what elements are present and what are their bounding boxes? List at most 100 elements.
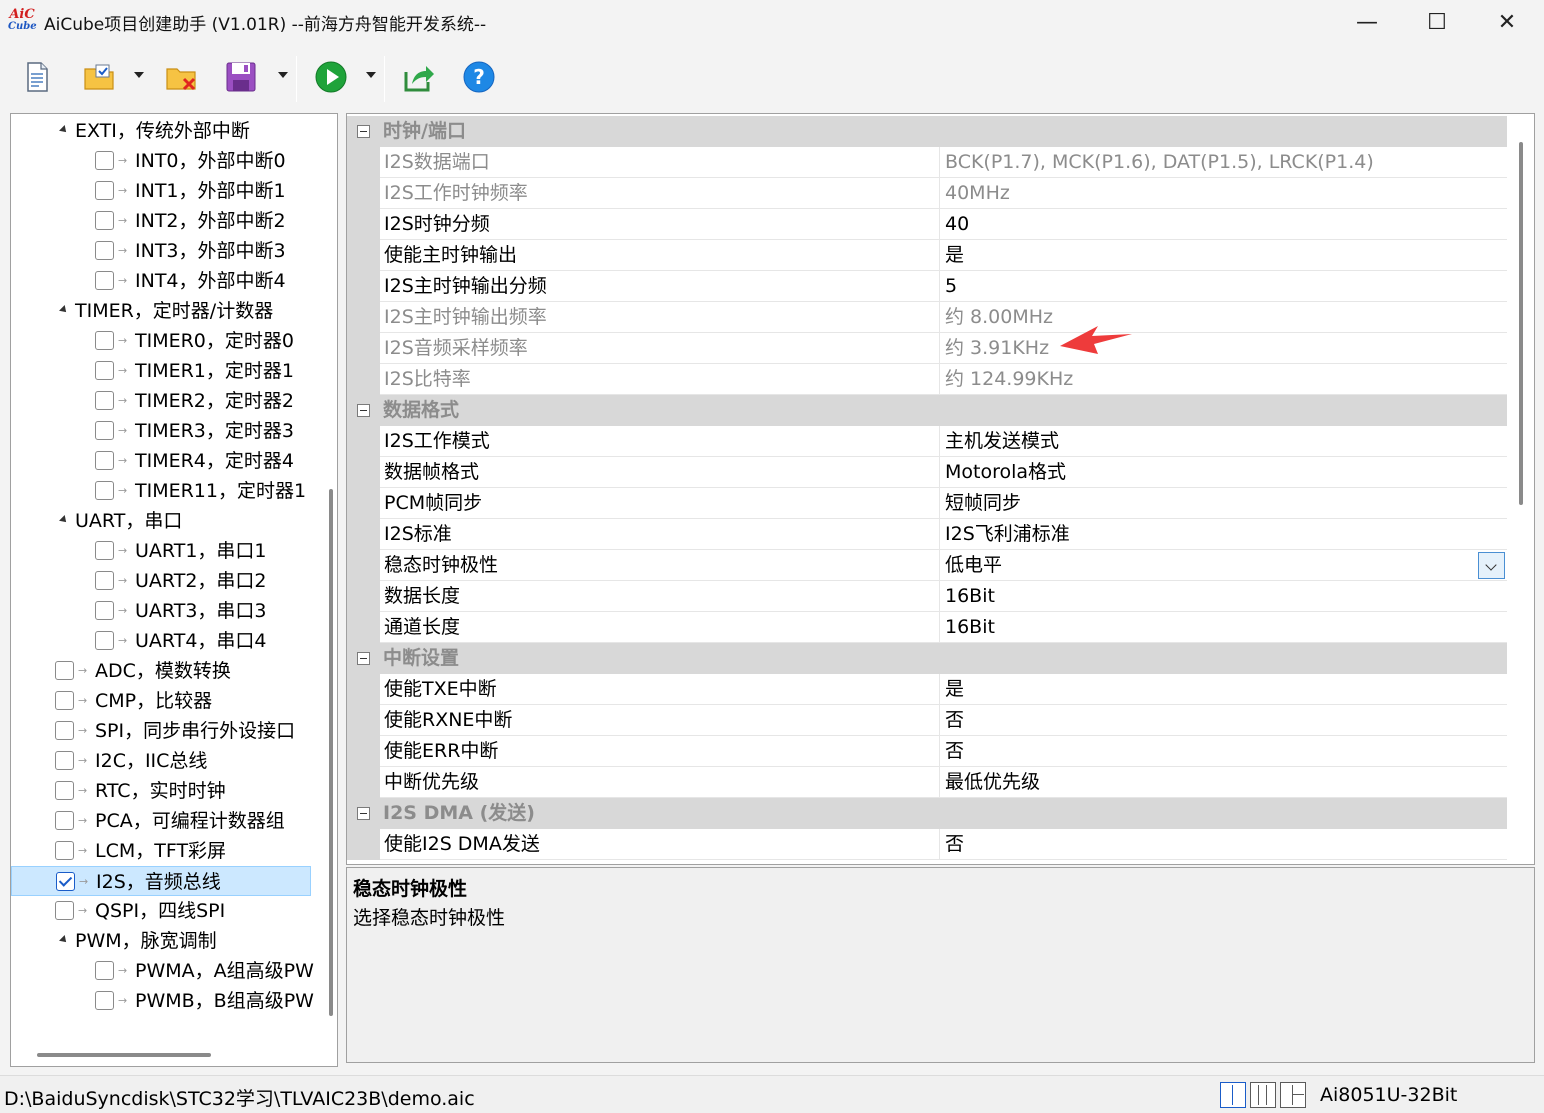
tree-item[interactable]: → PCA，可编程计数器组 xyxy=(11,806,311,836)
tree-item[interactable]: → LCM，TFT彩屏 xyxy=(11,836,311,866)
property-value[interactable]: Motorola格式 xyxy=(940,457,1507,488)
property-value[interactable]: 否 xyxy=(940,705,1507,736)
save-dropdown[interactable] xyxy=(278,72,288,78)
tree-item-checkbox[interactable] xyxy=(95,541,114,560)
property-value[interactable]: 最低优先级 xyxy=(940,767,1507,798)
tree-item-checkbox[interactable] xyxy=(55,811,74,830)
tree-item[interactable]: → INT3，外部中断3 xyxy=(11,236,311,266)
property-row[interactable]: 使能RXNE中断否 xyxy=(347,705,1507,736)
help-button[interactable]: ? xyxy=(458,56,500,98)
tree-item-checkbox[interactable] xyxy=(55,751,74,770)
property-row[interactable]: 使能TXE中断是 xyxy=(347,674,1507,705)
tree-item[interactable]: → PWMB，B组高级PW xyxy=(11,986,314,1016)
property-value[interactable]: I2S飞利浦标准 xyxy=(940,519,1507,550)
property-row[interactable]: 稳态时钟极性 低电平 xyxy=(347,550,1507,581)
tree-vertical-scrollbar[interactable] xyxy=(321,114,337,1044)
property-row[interactable]: 使能I2S DMA发送否 xyxy=(347,829,1507,860)
tree-item-checkbox[interactable] xyxy=(95,241,114,260)
maximize-button[interactable]: ☐ xyxy=(1402,0,1472,46)
tree-item[interactable]: → PWMA，A组高级PW xyxy=(11,956,314,986)
tree-item[interactable]: → UART1，串口1 xyxy=(11,536,311,566)
tree-item-checkbox[interactable] xyxy=(95,451,114,470)
new-file-button[interactable] xyxy=(16,56,58,98)
property-category[interactable]: 中断设置 xyxy=(347,643,1507,674)
close-button[interactable]: ✕ xyxy=(1472,0,1542,46)
tree-item-checkbox[interactable] xyxy=(56,872,75,891)
property-value[interactable]: 16Bit xyxy=(940,581,1507,612)
tree-item[interactable]: → UART3，串口3 xyxy=(11,596,311,626)
property-value[interactable]: 主机发送模式 xyxy=(940,426,1507,457)
property-grid-scrollbar[interactable] xyxy=(1507,114,1534,864)
tree-item[interactable]: UART，串口 xyxy=(11,506,311,536)
property-value[interactable]: 40 xyxy=(940,209,1507,240)
property-row[interactable]: I2S音频采样频率约 3.91KHz xyxy=(347,333,1507,364)
tree-item-checkbox[interactable] xyxy=(55,901,74,920)
run-button[interactable] xyxy=(310,56,352,98)
tree-item-checkbox[interactable] xyxy=(95,421,114,440)
save-button[interactable] xyxy=(220,56,262,98)
tree-scroll-thumb[interactable] xyxy=(329,489,333,1016)
open-project-dropdown[interactable] xyxy=(134,72,144,78)
collapse-icon[interactable] xyxy=(357,125,370,138)
tree-item[interactable]: → RTC，实时时钟 xyxy=(11,776,311,806)
tree-item-checkbox[interactable] xyxy=(55,661,74,680)
property-row[interactable]: I2S数据端口 BCK(P1.7), MCK(P1.6), DAT(P1.5), … xyxy=(347,147,1507,178)
tree-item[interactable]: → UART4，串口4 xyxy=(11,626,311,656)
tree-item[interactable]: → TIMER3，定时器3 xyxy=(11,416,311,446)
layout-single-icon[interactable] xyxy=(1220,1082,1246,1108)
tree-item[interactable]: → INT2，外部中断2 xyxy=(11,206,311,236)
tree-hscroll-thumb[interactable] xyxy=(37,1053,211,1057)
tree-item[interactable]: TIMER，定时器/计数器 xyxy=(11,296,311,326)
tree-item-checkbox[interactable] xyxy=(55,841,74,860)
property-row[interactable]: 使能ERR中断否 xyxy=(347,736,1507,767)
property-value[interactable]: 否 xyxy=(940,829,1507,860)
tree-item-checkbox[interactable] xyxy=(55,691,74,710)
collapse-icon[interactable] xyxy=(357,404,370,417)
tree-item-checkbox[interactable] xyxy=(95,631,114,650)
tree-item-checkbox[interactable] xyxy=(95,211,114,230)
tree-item[interactable]: → INT4，外部中断4 xyxy=(11,266,311,296)
tree-item-checkbox[interactable] xyxy=(55,781,74,800)
tree-item[interactable]: EXTI，传统外部中断 xyxy=(11,116,311,146)
tree-item-checkbox[interactable] xyxy=(95,361,114,380)
property-category[interactable]: 数据格式 xyxy=(347,395,1507,426)
tree-item[interactable]: → QSPI，四线SPI xyxy=(11,896,311,926)
property-value[interactable]: 否 xyxy=(940,736,1507,767)
property-row[interactable]: I2S工作时钟频率 40MHz xyxy=(347,178,1507,209)
tree-item[interactable]: → INT1，外部中断1 xyxy=(11,176,311,206)
property-row[interactable]: 中断优先级 最低优先级 xyxy=(347,767,1507,798)
tree-item-checkbox[interactable] xyxy=(95,331,114,350)
tree-item-checkbox[interactable] xyxy=(95,961,114,980)
tree-item[interactable]: PWM，脉宽调制 xyxy=(11,926,311,956)
tree-item[interactable]: → INT0，外部中断0 xyxy=(11,146,311,176)
collapse-icon[interactable] xyxy=(357,652,370,665)
expand-arrow-icon[interactable] xyxy=(59,305,69,315)
tree-item[interactable]: → TIMER2，定时器2 xyxy=(11,386,311,416)
open-project-button[interactable] xyxy=(78,56,120,98)
property-row[interactable]: 通道长度 16Bit xyxy=(347,612,1507,643)
tree-item-checkbox[interactable] xyxy=(95,481,114,500)
tree-item[interactable]: → TIMER1，定时器1 xyxy=(11,356,311,386)
layout-columns-icon[interactable] xyxy=(1250,1082,1276,1108)
layout-split-icon[interactable] xyxy=(1280,1082,1306,1108)
run-dropdown[interactable] xyxy=(366,72,376,78)
property-row[interactable]: I2S比特率约 124.99KHz xyxy=(347,364,1507,395)
expand-arrow-icon[interactable] xyxy=(59,515,69,525)
expand-arrow-icon[interactable] xyxy=(59,935,69,945)
dropdown-button[interactable] xyxy=(1478,552,1505,579)
tree-item-checkbox[interactable] xyxy=(95,571,114,590)
tree-item-checkbox[interactable] xyxy=(95,391,114,410)
expand-arrow-icon[interactable] xyxy=(59,125,69,135)
tree-item-checkbox[interactable] xyxy=(95,271,114,290)
tree-item-checkbox[interactable] xyxy=(95,601,114,620)
property-row[interactable]: I2S主时钟输出频率约 8.00MHz xyxy=(347,302,1507,333)
property-category[interactable]: 时钟/端口 xyxy=(347,116,1507,147)
property-row[interactable]: 使能主时钟输出是 xyxy=(347,240,1507,271)
tree-item-checkbox[interactable] xyxy=(95,151,114,170)
tree-item[interactable]: → TIMER4，定时器4 xyxy=(11,446,311,476)
close-project-button[interactable] xyxy=(160,56,202,98)
property-value[interactable]: 是 xyxy=(940,674,1507,705)
collapse-icon[interactable] xyxy=(357,807,370,820)
property-row[interactable]: I2S时钟分频 40 xyxy=(347,209,1507,240)
tree-item[interactable]: → TIMER11，定时器1 xyxy=(11,476,311,506)
